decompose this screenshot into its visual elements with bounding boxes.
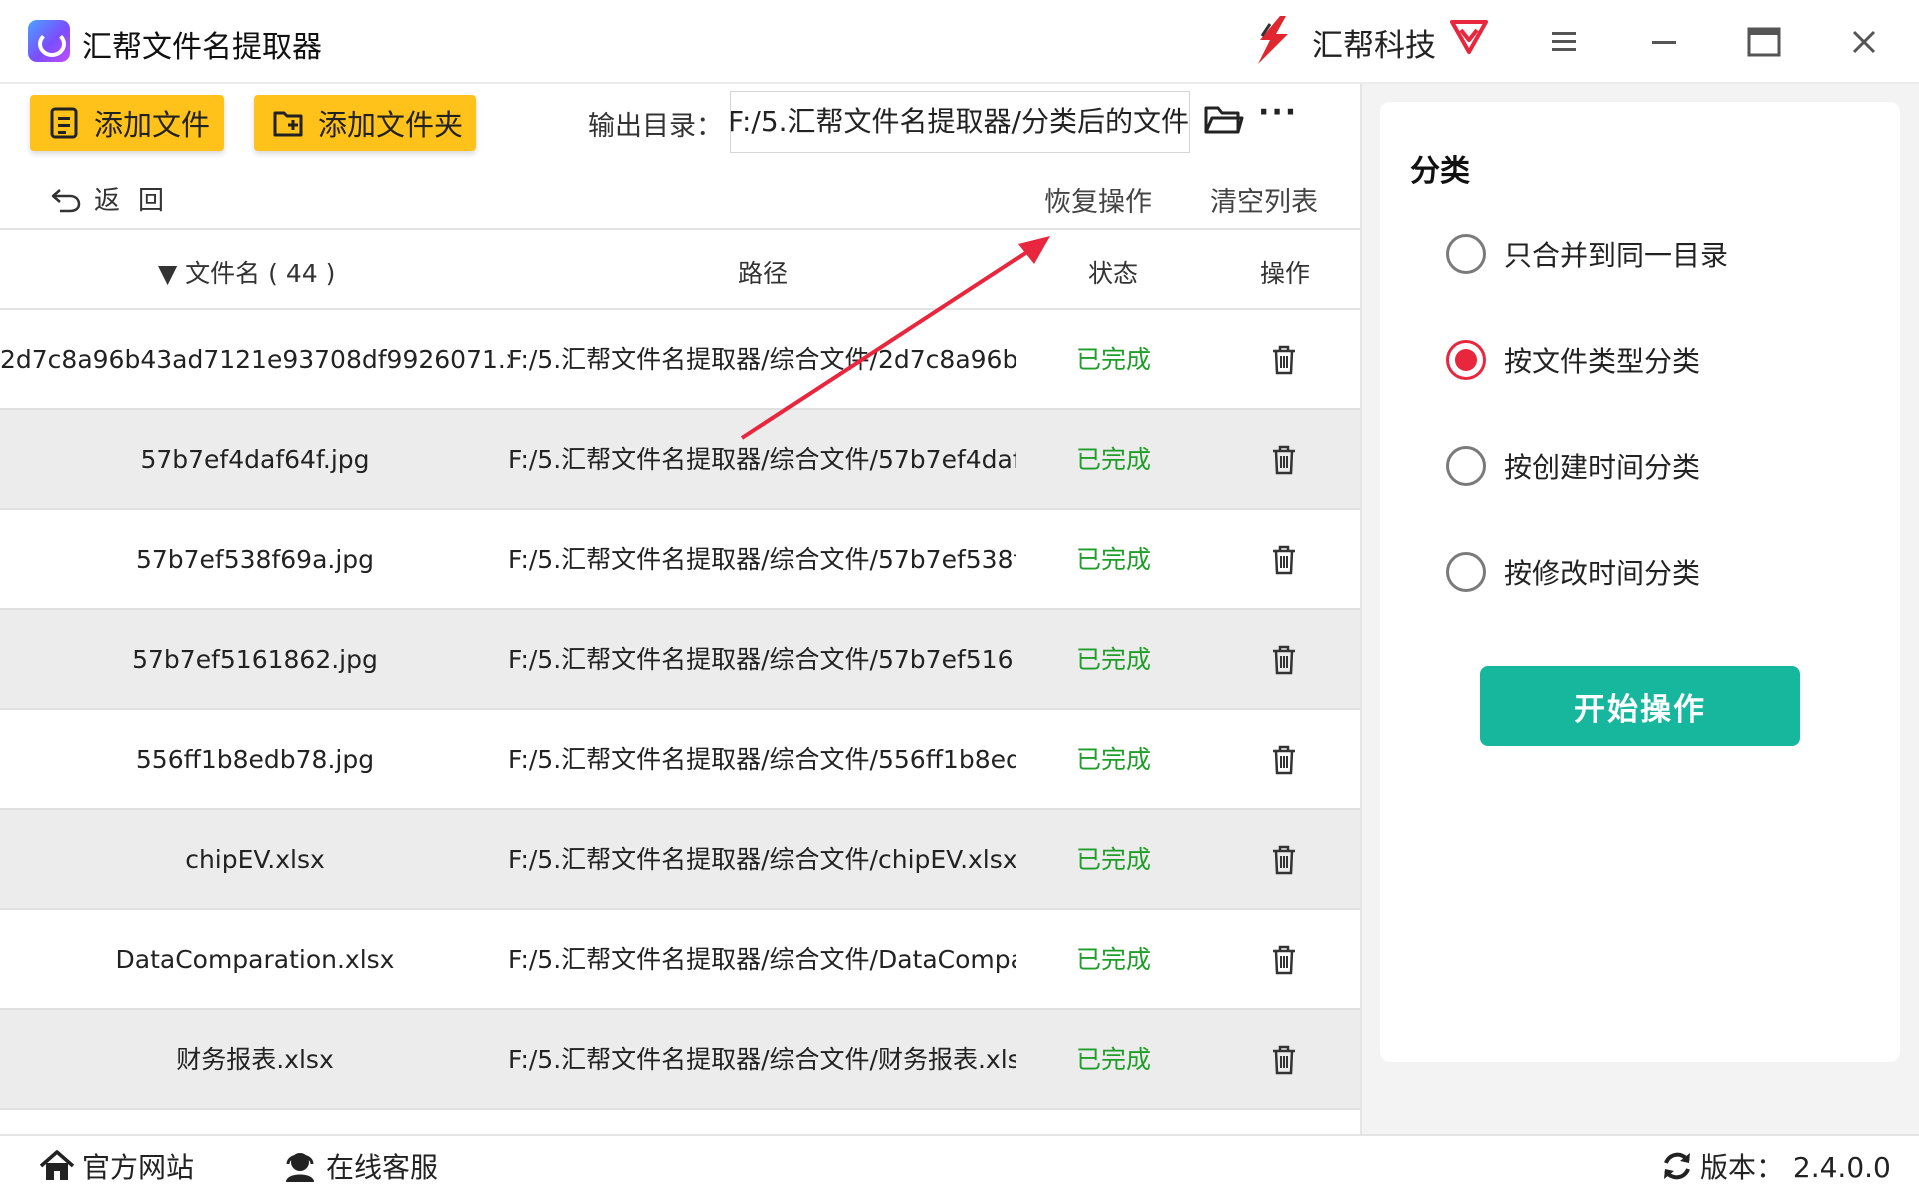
delete-icon[interactable] — [1262, 444, 1306, 476]
file-name-cell: DataComparation.xlsx — [115, 945, 395, 974]
classify-title: 分类 — [1410, 154, 1470, 189]
classify-option[interactable]: 只合并到同一目录 — [1446, 234, 1728, 274]
file-name-cell: 财务报表.xlsx — [176, 1045, 334, 1074]
status-cell: 已完成 — [1076, 645, 1152, 674]
radio-unselected-icon[interactable] — [1446, 552, 1486, 592]
more-options-button[interactable]: ··· — [1258, 98, 1298, 134]
add-file-button[interactable]: 添加文件 — [30, 95, 224, 151]
vip-diamond-icon[interactable] — [1448, 16, 1490, 56]
file-path-cell: F:/5.汇帮文件名提取器/综合文件/57b7ef4daf64 — [508, 445, 1016, 474]
classify-option-label: 只合并到同一目录 — [1504, 239, 1729, 272]
file-name-cell: 57b7ef4daf64f.jpg — [140, 445, 370, 474]
delete-icon[interactable] — [1262, 744, 1306, 776]
file-name-cell: 556ff1b8edb78.jpg — [135, 745, 375, 774]
radio-unselected-icon[interactable] — [1446, 234, 1486, 274]
table-row[interactable]: chipEV.xlsx F:/5.汇帮文件名提取器/综合文件/chipEV.xls… — [0, 810, 1360, 910]
header-operation: 操作 — [1260, 259, 1311, 288]
status-cell: 已完成 — [1076, 545, 1152, 574]
delete-icon[interactable] — [1262, 944, 1306, 976]
output-dir-label: 输出目录： — [588, 111, 723, 142]
classify-option-label: 按修改时间分类 — [1504, 557, 1701, 590]
delete-icon[interactable] — [1262, 844, 1306, 876]
status-cell: 已完成 — [1076, 1045, 1152, 1074]
version-info: 版本： 2.4.0.0 — [1660, 1146, 1891, 1186]
table-row[interactable]: 57b7ef5161862.jpg F:/5.汇帮文件名提取器/综合文件/57b7… — [0, 610, 1360, 710]
app-logo-icon — [28, 20, 70, 62]
brand-name: 汇帮科技 — [1312, 28, 1436, 64]
close-icon[interactable] — [1840, 18, 1888, 66]
refresh-icon[interactable] — [1660, 1149, 1694, 1183]
support-label: 在线客服 — [326, 1151, 439, 1184]
delete-icon[interactable] — [1262, 1044, 1306, 1076]
minimize-icon[interactable] — [1640, 18, 1688, 66]
table-row[interactable]: DataComparation.xlsx F:/5.汇帮文件名提取器/综合文件/D… — [0, 910, 1360, 1010]
classify-option-label: 按创建时间分类 — [1504, 451, 1701, 484]
file-name-cell: chipEV.xlsx — [185, 845, 325, 874]
output-dir-field[interactable]: F:/5.汇帮文件名提取器/分类后的文件 — [730, 91, 1190, 153]
radio-selected-icon[interactable] — [1446, 340, 1486, 380]
support-link[interactable]: 在线客服 — [280, 1146, 438, 1186]
add-folder-button[interactable]: 添加文件夹 — [254, 95, 476, 151]
classify-option[interactable]: 按修改时间分类 — [1446, 552, 1700, 592]
add-file-label: 添加文件 — [94, 108, 211, 142]
folder-open-icon[interactable] — [1202, 100, 1246, 140]
output-dir-value: F:/5.汇帮文件名提取器/分类后的文件 — [730, 105, 1189, 138]
table-body: 2d7c8a96b43ad7121e93708df9926071.xlsx F:/… — [0, 310, 1360, 1110]
status-cell: 已完成 — [1076, 945, 1152, 974]
file-path-cell: F:/5.汇帮文件名提取器/综合文件/财务报表.xlsx — [508, 1045, 1016, 1074]
customer-service-icon — [286, 1153, 314, 1182]
radio-unselected-icon[interactable] — [1446, 446, 1486, 486]
table-header: ▼ 文件名 ( 44 ) 路径 状态 操作 — [0, 228, 1360, 310]
table-row[interactable]: 556ff1b8edb78.jpg F:/5.汇帮文件名提取器/综合文件/556f… — [0, 710, 1360, 810]
website-link[interactable]: 官方网站 — [38, 1146, 194, 1186]
status-cell: 已完成 — [1076, 745, 1152, 774]
add-file-icon — [50, 107, 78, 139]
maximize-icon[interactable] — [1740, 18, 1788, 66]
header-filename[interactable]: ▼ 文件名 ( 44 ) — [158, 254, 335, 290]
file-table: ▼ 文件名 ( 44 ) 路径 状态 操作 2d7c8a96b43ad7121e… — [0, 228, 1360, 1110]
file-path-cell: F:/5.汇帮文件名提取器/综合文件/2d7c8a96b43 — [508, 345, 1016, 374]
website-label: 官方网站 — [82, 1151, 195, 1184]
status-cell: 已完成 — [1076, 445, 1152, 474]
delete-icon[interactable] — [1262, 544, 1306, 576]
status-cell: 已完成 — [1076, 845, 1152, 874]
classify-option[interactable]: 按创建时间分类 — [1446, 446, 1700, 486]
file-path-cell: F:/5.汇帮文件名提取器/综合文件/57b7ef51618 — [508, 645, 1016, 674]
restore-button[interactable]: 恢复操作 — [1044, 180, 1152, 219]
version-label: 版本： 2.4.0.0 — [1700, 1151, 1891, 1184]
add-folder-icon — [273, 111, 303, 137]
file-name-cell: 2d7c8a96b43ad7121e93708df9926071.xlsx — [0, 345, 510, 374]
header-status: 状态 — [1088, 259, 1139, 288]
table-row[interactable]: 财务报表.xlsx F:/5.汇帮文件名提取器/综合文件/财务报表.xlsx 已完成 — [0, 1010, 1360, 1110]
header-path: 路径 — [738, 259, 789, 288]
start-button[interactable]: 开始操作 — [1480, 666, 1800, 746]
table-row[interactable]: 57b7ef4daf64f.jpg F:/5.汇帮文件名提取器/综合文件/57b7… — [0, 410, 1360, 510]
file-path-cell: F:/5.汇帮文件名提取器/综合文件/chipEV.xlsx — [508, 845, 1016, 874]
home-icon — [39, 1150, 75, 1180]
status-cell: 已完成 — [1076, 345, 1152, 374]
file-path-cell: F:/5.汇帮文件名提取器/综合文件/DataCompara — [508, 945, 1016, 974]
file-path-cell: F:/5.汇帮文件名提取器/综合文件/57b7ef538f69 — [508, 545, 1016, 574]
file-path-cell: F:/5.汇帮文件名提取器/综合文件/556ff1b8edb7 — [508, 745, 1016, 774]
menu-icon[interactable] — [1540, 18, 1588, 66]
app-title: 汇帮文件名提取器 — [82, 30, 322, 65]
file-name-cell: 57b7ef538f69a.jpg — [135, 545, 375, 574]
title-bar: 汇帮文件名提取器 汇帮科技 — [0, 0, 1919, 84]
file-name-cell: 57b7ef5161862.jpg — [132, 645, 378, 674]
table-row[interactable]: 57b7ef538f69a.jpg F:/5.汇帮文件名提取器/综合文件/57b7… — [0, 510, 1360, 610]
undo-arrow-icon — [51, 188, 81, 212]
back-button[interactable]: 返回 — [50, 180, 182, 217]
brand-logo-icon — [1258, 16, 1288, 64]
add-folder-label: 添加文件夹 — [318, 108, 464, 142]
classify-option-label: 按文件类型分类 — [1504, 345, 1701, 378]
delete-icon[interactable] — [1262, 344, 1306, 376]
back-label: 返回 — [94, 186, 183, 216]
clear-list-button[interactable]: 清空列表 — [1210, 180, 1318, 219]
table-row[interactable]: 2d7c8a96b43ad7121e93708df9926071.xlsx F:/… — [0, 310, 1360, 410]
classify-option[interactable]: 按文件类型分类 — [1446, 340, 1700, 380]
delete-icon[interactable] — [1262, 644, 1306, 676]
